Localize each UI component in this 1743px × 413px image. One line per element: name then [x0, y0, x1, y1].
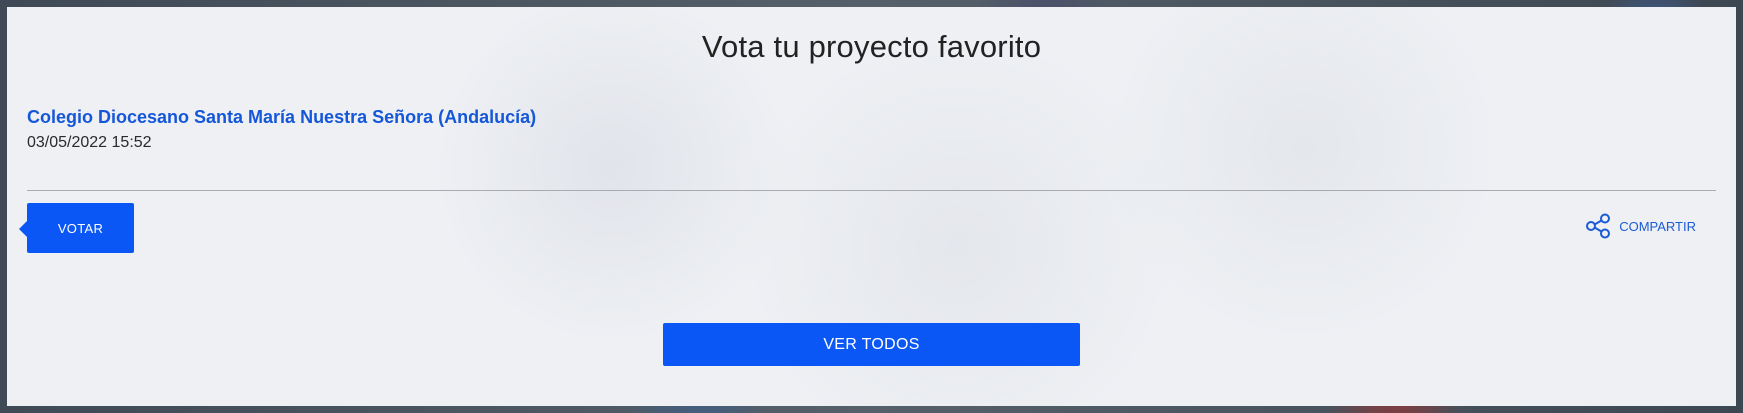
divider — [27, 190, 1716, 191]
share-icon — [1585, 213, 1611, 239]
entry-name-link[interactable]: Colegio Diocesano Santa María Nuestra Se… — [27, 107, 536, 128]
vote-button[interactable]: VOTAR — [19, 203, 134, 253]
share-label: COMPARTIR — [1619, 218, 1696, 234]
page-title: Vota tu proyecto favorito — [701, 29, 1042, 64]
entry-date: 03/05/2022 15:52 — [27, 134, 152, 151]
view-all-button[interactable]: VER TODOS — [663, 323, 1080, 366]
share-button[interactable]: COMPARTIR — [1585, 213, 1696, 239]
vote-panel: Vota tu proyecto favorito Colegio Dioces… — [7, 7, 1736, 406]
